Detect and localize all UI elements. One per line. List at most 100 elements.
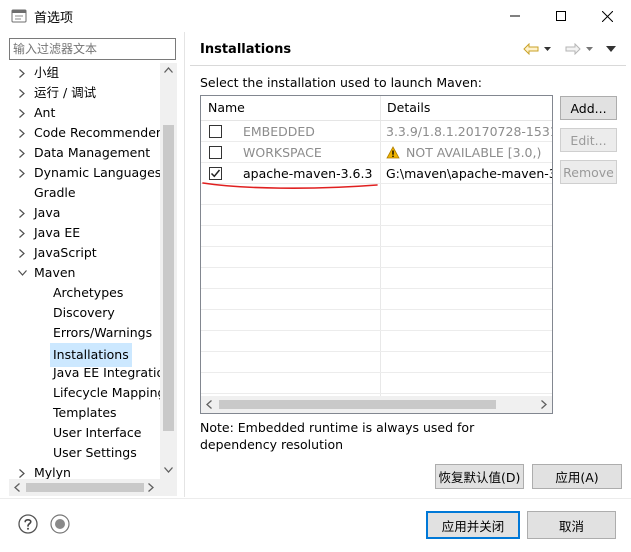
table-horizontal-scrollbar[interactable] [201, 396, 552, 413]
tree-item[interactable]: Code Recommenders [9, 123, 177, 143]
forward-dropdown-icon[interactable] [586, 47, 593, 51]
column-header-name[interactable]: Name [201, 96, 380, 120]
apply-and-close-button[interactable]: 应用并关闭 [426, 511, 520, 539]
chevron-right-icon[interactable] [17, 203, 27, 223]
tree-item[interactable]: Dynamic Languages [9, 163, 177, 183]
tree-item[interactable]: Errors/Warnings [9, 323, 177, 343]
cancel-button[interactable]: 取消 [527, 511, 616, 539]
tree-vertical-scroll-thumb[interactable] [163, 125, 174, 431]
forward-arrow-icon [565, 43, 581, 55]
filter-input[interactable] [9, 38, 176, 60]
close-button[interactable] [584, 0, 630, 32]
minimize-button[interactable] [492, 0, 538, 32]
back-dropdown-icon[interactable] [544, 47, 551, 51]
table-row [201, 331, 552, 352]
table-row [201, 352, 552, 373]
window-title: 首选项 [34, 11, 74, 26]
scroll-right-icon[interactable] [541, 400, 547, 409]
chevron-right-icon[interactable] [17, 143, 27, 163]
installation-details-text: G:\maven\apache-maven-3.6.3 [386, 166, 552, 181]
tree-item[interactable]: User Interface [9, 423, 177, 443]
scroll-up-icon[interactable] [164, 67, 173, 73]
chevron-right-icon[interactable] [17, 103, 27, 123]
chevron-right-icon[interactable] [17, 83, 27, 103]
red-underline-annotation [202, 182, 378, 190]
footer-separator [0, 498, 631, 499]
minimize-icon [510, 15, 520, 17]
tree-item[interactable]: Installations [9, 343, 177, 367]
tree-item[interactable]: Maven [9, 263, 177, 283]
row-checkbox[interactable] [209, 167, 222, 180]
close-icon [601, 10, 613, 22]
edit-button[interactable]: Edit... [560, 128, 617, 152]
tree-item[interactable]: Ant [9, 103, 177, 123]
preferences-record-icon[interactable] [50, 514, 70, 534]
tree-vertical-scrollbar[interactable] [160, 63, 177, 479]
tree-item-label: Java EE [34, 225, 81, 240]
chevron-right-icon[interactable] [17, 223, 27, 243]
tree-item[interactable]: Java EE [9, 223, 177, 243]
tree-item[interactable]: Lifecycle Mapping [9, 383, 177, 403]
row-checkbox[interactable] [209, 125, 222, 138]
tree-item-label: Templates [53, 405, 117, 420]
tree-item-label: Ant [34, 105, 56, 120]
tree-item-label: Gradle [34, 185, 76, 200]
chevron-right-icon[interactable] [17, 63, 27, 83]
tree-item-label: 小组 [34, 65, 60, 80]
tree-item-label: Discovery [53, 305, 115, 320]
tree-item[interactable]: Templates [9, 403, 177, 423]
forward-button[interactable] [565, 40, 593, 58]
table-row[interactable]: EMBEDDED 3.3.9/1.8.1.20170728-1531 [201, 121, 552, 142]
view-menu-icon [606, 46, 616, 52]
preferences-dialog: 首选项 小组运行 / 调试 Ant Code Recommenders Data Ma… [0, 0, 631, 552]
tree-item-label: User Settings [53, 445, 137, 460]
table-row[interactable]: WORKSPACE NOT AVAILABLE [3.0,) [201, 142, 552, 163]
scroll-left-icon[interactable] [14, 483, 20, 492]
tree-item[interactable]: 运行 / 调试 [9, 83, 177, 103]
tree-item[interactable]: User Settings [9, 443, 177, 463]
scroll-down-icon[interactable] [164, 467, 173, 473]
tree-item-label: 运行 / 调试 [34, 85, 97, 100]
maximize-button[interactable] [538, 0, 584, 32]
scroll-left-icon[interactable] [206, 400, 212, 409]
tree-horizontal-scroll-thumb[interactable] [26, 483, 144, 492]
chevron-right-icon[interactable] [17, 123, 27, 143]
column-header-details[interactable]: Details [380, 96, 552, 120]
remove-button[interactable]: Remove [560, 160, 617, 184]
tree-item-label: Data Management [34, 145, 151, 160]
tree-item[interactable]: 小组 [9, 63, 177, 83]
back-arrow-icon [523, 43, 539, 55]
tree-item-label: Java EE Integration [53, 365, 173, 380]
installation-name: EMBEDDED [243, 124, 315, 139]
tree-item[interactable]: Java EE Integration [9, 363, 177, 383]
chevron-down-icon[interactable] [17, 263, 27, 283]
table-row [201, 310, 552, 331]
apply-button[interactable]: 应用(A) [532, 464, 622, 489]
restore-defaults-button[interactable]: 恢复默认值(D) [435, 464, 524, 489]
scroll-right-icon[interactable] [148, 483, 154, 492]
table-row [201, 205, 552, 226]
chevron-right-icon[interactable] [17, 243, 27, 263]
chevron-right-icon[interactable] [17, 163, 27, 183]
warning-icon [386, 144, 400, 159]
tree-item[interactable]: Archetypes [9, 283, 177, 303]
back-button[interactable] [523, 40, 551, 58]
table-horizontal-scroll-thumb[interactable] [219, 400, 496, 409]
table-row [201, 373, 552, 394]
tree-item[interactable]: Gradle [9, 183, 177, 203]
tree-item[interactable]: JavaScript [9, 243, 177, 263]
pane-divider[interactable] [184, 32, 185, 497]
tree-item-label: Lifecycle Mapping [53, 385, 166, 400]
tree-item[interactable]: Data Management [9, 143, 177, 163]
installations-table: Name Details EMBEDDED 3.3.9/1.8.1.2017072… [200, 95, 553, 414]
tree-item[interactable]: Java [9, 203, 177, 223]
add-button[interactable]: Add... [560, 96, 617, 120]
view-menu-button[interactable] [606, 40, 616, 58]
table-row [201, 247, 552, 268]
help-icon[interactable] [18, 514, 38, 534]
row-checkbox[interactable] [209, 146, 222, 159]
tree-horizontal-scrollbar[interactable] [9, 479, 160, 496]
header-separator [190, 65, 626, 66]
tree-item[interactable]: Discovery [9, 303, 177, 323]
checkmark-icon [210, 169, 221, 178]
